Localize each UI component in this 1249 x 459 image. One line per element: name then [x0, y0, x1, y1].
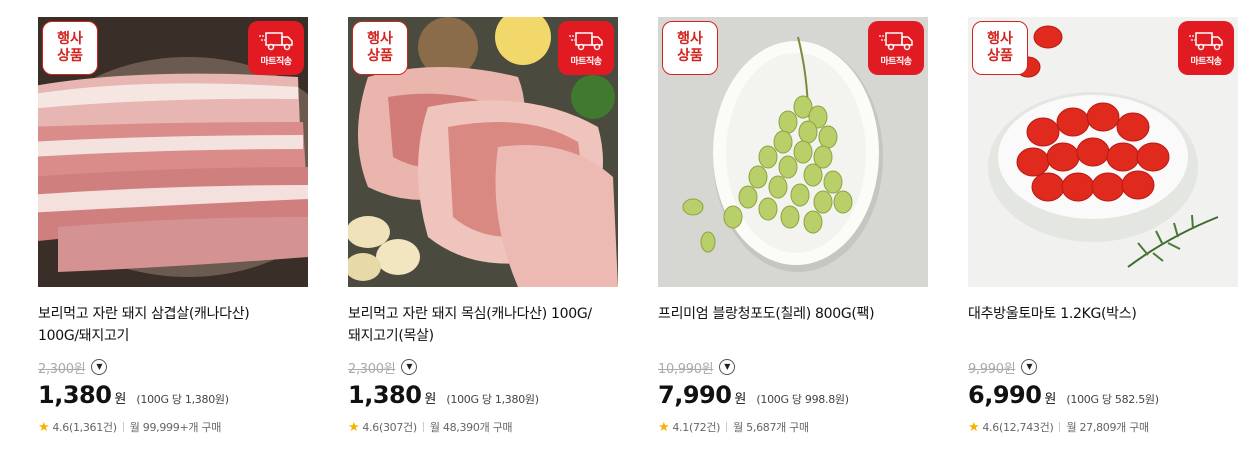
event-badge: 행사 상품 [972, 21, 1028, 75]
product-title[interactable]: 보리먹고 자란 돼지 목심(캐나다산) 100G/ 돼지고기(목살) [348, 303, 618, 347]
product-title[interactable]: 대추방울토마토 1.2KG(박스) [968, 303, 1238, 347]
review-count: (307건) [378, 421, 417, 434]
chevron-down-icon: ▼ [96, 362, 103, 371]
rating-row: ★ 4.6 (307건) 월 48,390개 구매 [348, 419, 618, 435]
mart-delivery-badge: 마트직송 [868, 21, 924, 75]
star-icon: ★ [968, 419, 980, 435]
rating-row: ★ 4.1 (72건) 월 5,687개 구매 [658, 419, 928, 435]
rating: 4.6 [982, 420, 999, 434]
review-count: (12,743건) [998, 421, 1054, 434]
chevron-down-icon: ▼ [724, 362, 731, 371]
original-price: 10,990원 [658, 361, 714, 377]
original-price-row: 2,300원 ▼ [38, 357, 308, 377]
product-image-pork-belly[interactable]: 행사 상품 마트직송 [38, 17, 308, 287]
price-row: 7,990 원 (100G 당 998.8원) [658, 381, 928, 409]
mart-delivery-badge: 마트직송 [248, 21, 304, 75]
price-info-button[interactable]: ▼ [401, 359, 418, 375]
delivery-truck-icon [1189, 31, 1223, 50]
price-row: 1,380 원 (100G 당 1,380원) [348, 381, 618, 409]
original-price-row: 9,990원 ▼ [968, 357, 1238, 377]
sale-price: 7,990 [658, 381, 732, 409]
review-count: (72건) [688, 421, 721, 434]
rating: 4.1 [672, 420, 689, 434]
rating: 4.6 [362, 420, 379, 434]
original-price-row: 2,300원 ▼ [348, 357, 618, 377]
price-info-button[interactable]: ▼ [1021, 359, 1038, 375]
star-icon: ★ [38, 419, 50, 435]
currency: 원 [734, 392, 747, 407]
rating-row: ★ 4.6 (1,361건) 월 99,999+개 구매 [38, 419, 308, 435]
unit-price: (100G 당 1,380원) [136, 393, 229, 406]
monthly-purchases: 월 27,809개 구매 [1066, 421, 1149, 434]
original-price: 9,990원 [968, 361, 1016, 377]
unit-price: (100G 당 998.8원) [756, 393, 849, 406]
rating-row: ★ 4.6 (12,743건) 월 27,809개 구매 [968, 419, 1238, 435]
chevron-down-icon: ▼ [1026, 362, 1033, 371]
currency: 원 [1044, 392, 1057, 407]
mart-delivery-badge: 마트직송 [558, 21, 614, 75]
sale-price: 6,990 [968, 381, 1042, 409]
product-image-cherry-tomatoes[interactable]: 행사 상품 마트직송 [968, 17, 1238, 287]
product-grid: 행사 상품 마트직송 보리먹고 자란 돼지 삼겹살(캐나다산) 100G/돼지고… [0, 0, 1249, 459]
divider [726, 422, 728, 432]
product-card[interactable]: 행사 상품 마트직송 보리먹고 자란 돼지 삼겹살(캐나다산) 100G/돼지고… [38, 17, 308, 435]
mart-delivery-badge: 마트직송 [1178, 21, 1234, 75]
delivery-truck-icon [569, 31, 603, 50]
product-title[interactable]: 프리미엄 블랑청포도(칠레) 800G(팩) [658, 303, 928, 347]
unit-price: (100G 당 582.5원) [1066, 393, 1159, 406]
delivery-truck-icon [879, 31, 913, 50]
product-image-pork-neck[interactable]: 행사 상품 마트직송 [348, 17, 618, 287]
original-price: 2,300원 [348, 361, 396, 377]
star-icon: ★ [348, 419, 360, 435]
original-price: 2,300원 [38, 361, 86, 377]
product-title[interactable]: 보리먹고 자란 돼지 삼겹살(캐나다산) 100G/돼지고기 [38, 303, 308, 347]
product-card[interactable]: 행사 상품 마트직송 대추방울토마토 1.2KG(박스) 9,990원 ▼ 6,… [968, 17, 1238, 435]
event-badge: 행사 상품 [42, 21, 98, 75]
review-count: (1,361건) [68, 421, 117, 434]
monthly-purchases: 월 48,390개 구매 [429, 421, 513, 434]
unit-price: (100G 당 1,380원) [446, 393, 539, 406]
price-row: 1,380 원 (100G 당 1,380원) [38, 381, 308, 409]
sale-price: 1,380 [348, 381, 422, 409]
product-image-green-grapes[interactable]: 행사 상품 마트직송 [658, 17, 928, 287]
delivery-truck-icon [259, 31, 293, 50]
original-price-row: 10,990원 ▼ [658, 357, 928, 377]
chevron-down-icon: ▼ [406, 362, 413, 371]
divider [122, 422, 124, 432]
divider [422, 422, 424, 432]
currency: 원 [424, 392, 437, 407]
monthly-purchases: 월 5,687개 구매 [733, 421, 809, 434]
price-row: 6,990 원 (100G 당 582.5원) [968, 381, 1238, 409]
currency: 원 [114, 392, 127, 407]
rating: 4.6 [52, 420, 69, 434]
star-icon: ★ [658, 419, 670, 435]
product-card[interactable]: 행사 상품 마트직송 보리먹고 자란 돼지 목심(캐나다산) 100G/ 돼지고… [348, 17, 618, 435]
price-info-button[interactable]: ▼ [91, 359, 108, 375]
divider [1059, 422, 1061, 432]
event-badge: 행사 상품 [352, 21, 408, 75]
price-info-button[interactable]: ▼ [719, 359, 736, 375]
sale-price: 1,380 [38, 381, 112, 409]
event-badge: 행사 상품 [662, 21, 718, 75]
monthly-purchases: 월 99,999+개 구매 [129, 421, 222, 434]
product-card[interactable]: 행사 상품 마트직송 프리미엄 블랑청포도(칠레) 800G(팩) 10,990 [658, 17, 928, 435]
